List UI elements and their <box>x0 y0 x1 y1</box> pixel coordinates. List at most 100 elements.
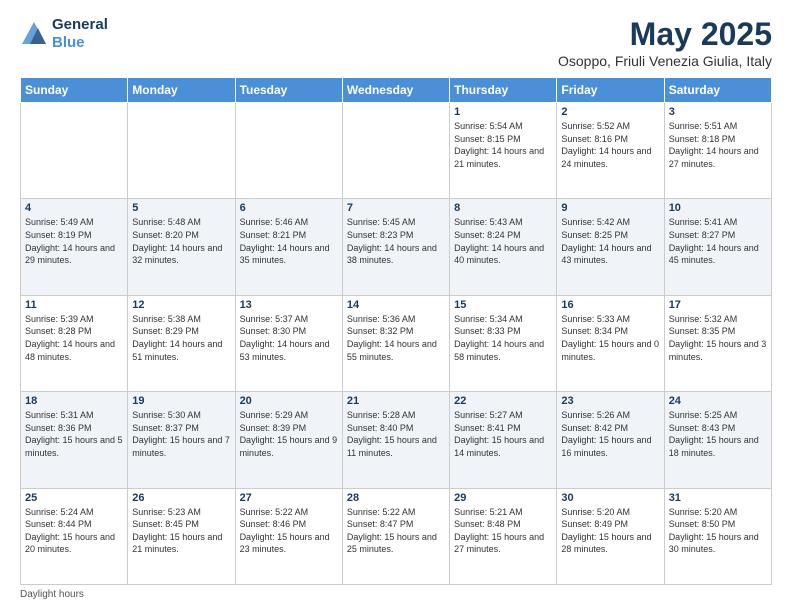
day-number: 1 <box>454 106 552 118</box>
cell-2-5: 16 Sunrise: 5:33 AM Sunset: 8:34 PM Dayli… <box>557 295 664 391</box>
cell-4-3: 28 Sunrise: 5:22 AM Sunset: 8:47 PM Dayli… <box>342 488 449 584</box>
day-info: Sunrise: 5:27 AM Sunset: 8:41 PM Dayligh… <box>454 409 552 459</box>
cell-1-1: 5 Sunrise: 5:48 AM Sunset: 8:20 PM Daylig… <box>128 199 235 295</box>
page: General Blue May 2025 Osoppo, Friuli Ven… <box>0 0 792 612</box>
day-number: 24 <box>669 395 767 407</box>
day-info: Sunrise: 5:45 AM Sunset: 8:23 PM Dayligh… <box>347 216 445 266</box>
day-number: 15 <box>454 299 552 311</box>
day-number: 7 <box>347 202 445 214</box>
cell-0-2 <box>235 103 342 199</box>
cell-0-3 <box>342 103 449 199</box>
day-info: Sunrise: 5:24 AM Sunset: 8:44 PM Dayligh… <box>25 506 123 556</box>
day-info: Sunrise: 5:43 AM Sunset: 8:24 PM Dayligh… <box>454 216 552 266</box>
day-number: 5 <box>132 202 230 214</box>
day-info: Sunrise: 5:21 AM Sunset: 8:48 PM Dayligh… <box>454 506 552 556</box>
week-row-1: 1 Sunrise: 5:54 AM Sunset: 8:15 PM Daylig… <box>21 103 772 199</box>
cell-0-6: 3 Sunrise: 5:51 AM Sunset: 8:18 PM Daylig… <box>664 103 771 199</box>
day-number: 3 <box>669 106 767 118</box>
col-monday: Monday <box>128 78 235 103</box>
day-number: 17 <box>669 299 767 311</box>
day-info: Sunrise: 5:22 AM Sunset: 8:47 PM Dayligh… <box>347 506 445 556</box>
logo: General Blue <box>20 16 108 52</box>
day-info: Sunrise: 5:48 AM Sunset: 8:20 PM Dayligh… <box>132 216 230 266</box>
day-number: 8 <box>454 202 552 214</box>
day-number: 30 <box>561 492 659 504</box>
week-row-2: 4 Sunrise: 5:49 AM Sunset: 8:19 PM Daylig… <box>21 199 772 295</box>
day-number: 23 <box>561 395 659 407</box>
cell-1-6: 10 Sunrise: 5:41 AM Sunset: 8:27 PM Dayli… <box>664 199 771 295</box>
day-info: Sunrise: 5:52 AM Sunset: 8:16 PM Dayligh… <box>561 120 659 170</box>
cell-4-2: 27Sunrise: 5:22 AM Sunset: 8:46 PM Dayli… <box>235 488 342 584</box>
day-number: 20 <box>240 395 338 407</box>
day-info: Sunrise: 5:33 AM Sunset: 8:34 PM Dayligh… <box>561 313 659 363</box>
day-number: 16 <box>561 299 659 311</box>
col-thursday: Thursday <box>450 78 557 103</box>
day-number: 14 <box>347 299 445 311</box>
day-number: 26 <box>132 492 230 504</box>
cell-3-0: 18Sunrise: 5:31 AM Sunset: 8:36 PM Dayli… <box>21 392 128 488</box>
day-info: Sunrise: 5:39 AM Sunset: 8:28 PM Dayligh… <box>25 313 123 363</box>
day-info: Sunrise: 5:38 AM Sunset: 8:29 PM Dayligh… <box>132 313 230 363</box>
day-number: 29 <box>454 492 552 504</box>
subtitle: Osoppo, Friuli Venezia Giulia, Italy <box>558 53 772 69</box>
col-wednesday: Wednesday <box>342 78 449 103</box>
cell-4-1: 26Sunrise: 5:23 AM Sunset: 8:45 PM Dayli… <box>128 488 235 584</box>
cell-4-6: 31 Sunrise: 5:20 AM Sunset: 8:50 PM Dayli… <box>664 488 771 584</box>
cell-4-0: 25 Sunrise: 5:24 AM Sunset: 8:44 PM Dayli… <box>21 488 128 584</box>
cell-1-2: 6 Sunrise: 5:46 AM Sunset: 8:21 PM Daylig… <box>235 199 342 295</box>
day-info: Sunrise: 5:31 AM Sunset: 8:36 PM Dayligh… <box>25 409 123 459</box>
day-info: Sunrise: 5:51 AM Sunset: 8:18 PM Dayligh… <box>669 120 767 170</box>
logo-icon <box>20 20 48 48</box>
day-info: Sunrise: 5:20 AM Sunset: 8:50 PM Dayligh… <box>669 506 767 556</box>
day-info: Sunrise: 5:46 AM Sunset: 8:21 PM Dayligh… <box>240 216 338 266</box>
cell-2-1: 12 Sunrise: 5:38 AM Sunset: 8:29 PM Dayli… <box>128 295 235 391</box>
day-number: 22 <box>454 395 552 407</box>
cell-0-5: 2Sunrise: 5:52 AM Sunset: 8:16 PM Daylig… <box>557 103 664 199</box>
cell-3-5: 23 Sunrise: 5:26 AM Sunset: 8:42 PM Dayli… <box>557 392 664 488</box>
cell-3-4: 22 Sunrise: 5:27 AM Sunset: 8:41 PM Dayli… <box>450 392 557 488</box>
col-tuesday: Tuesday <box>235 78 342 103</box>
cell-2-2: 13Sunrise: 5:37 AM Sunset: 8:30 PM Dayli… <box>235 295 342 391</box>
day-number: 10 <box>669 202 767 214</box>
cell-2-6: 17 Sunrise: 5:32 AM Sunset: 8:35 PM Dayli… <box>664 295 771 391</box>
header: General Blue May 2025 Osoppo, Friuli Ven… <box>20 16 772 69</box>
col-sunday: Sunday <box>21 78 128 103</box>
cell-0-1 <box>128 103 235 199</box>
day-info: Sunrise: 5:41 AM Sunset: 8:27 PM Dayligh… <box>669 216 767 266</box>
cell-2-0: 11Sunrise: 5:39 AM Sunset: 8:28 PM Dayli… <box>21 295 128 391</box>
day-info: Sunrise: 5:28 AM Sunset: 8:40 PM Dayligh… <box>347 409 445 459</box>
day-number: 4 <box>25 202 123 214</box>
day-number: 25 <box>25 492 123 504</box>
day-number: 28 <box>347 492 445 504</box>
cell-2-4: 15Sunrise: 5:34 AM Sunset: 8:33 PM Dayli… <box>450 295 557 391</box>
day-number: 13 <box>240 299 338 311</box>
cell-3-2: 20 Sunrise: 5:29 AM Sunset: 8:39 PM Dayli… <box>235 392 342 488</box>
col-saturday: Saturday <box>664 78 771 103</box>
cell-0-0 <box>21 103 128 199</box>
cell-1-4: 8 Sunrise: 5:43 AM Sunset: 8:24 PM Daylig… <box>450 199 557 295</box>
day-number: 31 <box>669 492 767 504</box>
day-info: Sunrise: 5:32 AM Sunset: 8:35 PM Dayligh… <box>669 313 767 363</box>
main-title: May 2025 <box>558 16 772 53</box>
day-info: Sunrise: 5:42 AM Sunset: 8:25 PM Dayligh… <box>561 216 659 266</box>
cell-1-0: 4 Sunrise: 5:49 AM Sunset: 8:19 PM Daylig… <box>21 199 128 295</box>
cell-3-1: 19Sunrise: 5:30 AM Sunset: 8:37 PM Dayli… <box>128 392 235 488</box>
col-friday: Friday <box>557 78 664 103</box>
cell-3-6: 24 Sunrise: 5:25 AM Sunset: 8:43 PM Dayli… <box>664 392 771 488</box>
day-info: Sunrise: 5:25 AM Sunset: 8:43 PM Dayligh… <box>669 409 767 459</box>
day-number: 12 <box>132 299 230 311</box>
day-info: Sunrise: 5:36 AM Sunset: 8:32 PM Dayligh… <box>347 313 445 363</box>
cell-1-3: 7 Sunrise: 5:45 AM Sunset: 8:23 PM Daylig… <box>342 199 449 295</box>
day-info: Sunrise: 5:49 AM Sunset: 8:19 PM Dayligh… <box>25 216 123 266</box>
cell-0-4: 1 Sunrise: 5:54 AM Sunset: 8:15 PM Daylig… <box>450 103 557 199</box>
day-info: Sunrise: 5:54 AM Sunset: 8:15 PM Dayligh… <box>454 120 552 170</box>
day-info: Sunrise: 5:26 AM Sunset: 8:42 PM Dayligh… <box>561 409 659 459</box>
logo-text: General Blue <box>52 16 108 52</box>
cell-4-4: 29 Sunrise: 5:21 AM Sunset: 8:48 PM Dayli… <box>450 488 557 584</box>
day-info: Sunrise: 5:20 AM Sunset: 8:49 PM Dayligh… <box>561 506 659 556</box>
day-number: 19 <box>132 395 230 407</box>
cell-1-5: 9Sunrise: 5:42 AM Sunset: 8:25 PM Daylig… <box>557 199 664 295</box>
day-number: 6 <box>240 202 338 214</box>
day-info: Sunrise: 5:29 AM Sunset: 8:39 PM Dayligh… <box>240 409 338 459</box>
week-row-3: 11Sunrise: 5:39 AM Sunset: 8:28 PM Dayli… <box>21 295 772 391</box>
